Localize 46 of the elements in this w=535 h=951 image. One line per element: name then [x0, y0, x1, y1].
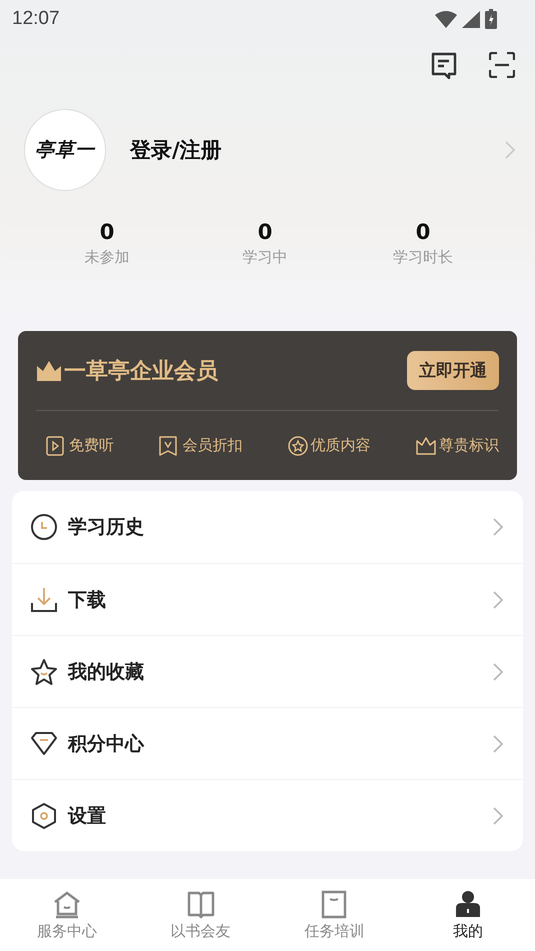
bookmark-icon [159, 436, 180, 456]
signal-icon [462, 10, 480, 28]
play-icon [46, 436, 66, 456]
gem-icon [30, 730, 58, 758]
star-icon [30, 658, 58, 686]
benefit-label: 尊贵标识 [438, 436, 499, 455]
chevron-icon [493, 806, 503, 824]
crown-icon [36, 360, 62, 382]
chevron-icon [493, 518, 503, 536]
nav-tab[interactable]: 服务中心 [0, 879, 134, 951]
menu-item[interactable]: 积分中心 [12, 707, 523, 779]
stat-label: 学习中 [242, 248, 288, 267]
benefit-label: 会员折扣 [182, 436, 242, 455]
download-icon [30, 586, 58, 614]
chevron-icon [493, 590, 503, 608]
nav-tab[interactable]: 我的 [401, 879, 535, 951]
star-badge-icon [288, 436, 308, 456]
clock-icon [30, 513, 58, 541]
login-link[interactable]: 登录/注册 [130, 136, 505, 164]
stat-value: 0 [416, 220, 430, 244]
stat-label: 学习时长 [393, 248, 453, 267]
battery-icon [485, 9, 497, 29]
message-icon[interactable] [431, 52, 457, 79]
menu-item[interactable]: 我的收藏 [12, 635, 523, 707]
chevron-icon [493, 662, 503, 680]
home-icon[interactable] [52, 890, 82, 920]
menu-item[interactable]: 下载 [12, 563, 523, 635]
stat-label: 未参加 [84, 248, 130, 267]
benefit-label: 优质内容 [310, 436, 371, 455]
wifi-icon [435, 10, 457, 28]
activate-button[interactable]: 立即开通 [407, 351, 499, 390]
hexagon-icon [30, 802, 58, 830]
stat-value: 0 [258, 220, 272, 244]
nav-tab[interactable]: 任务培训 [268, 879, 402, 951]
chevron-icon [493, 734, 503, 752]
nav-tab[interactable]: 以书会友 [134, 879, 268, 951]
scan-icon[interactable] [489, 52, 515, 78]
crown-outline-icon [416, 436, 436, 456]
stat-value: 0 [100, 220, 114, 244]
book-icon[interactable] [186, 890, 216, 920]
status-time: 12:07 [12, 8, 60, 30]
menu-item[interactable]: 设置 [12, 779, 523, 851]
membership-title: 一草亭企业会员 [64, 358, 219, 386]
benefit-label: 免费听 [69, 436, 114, 455]
menu-item[interactable]: 学习历史 [12, 491, 523, 563]
avatar-logo: 亭草一 [24, 109, 106, 191]
